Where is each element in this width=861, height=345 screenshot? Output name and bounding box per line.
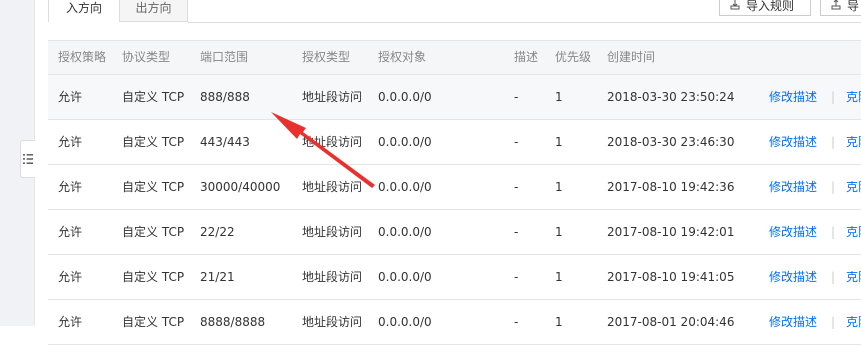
header-port-range: 端口范围 [200, 50, 249, 64]
clone-link[interactable]: 克隆 [846, 255, 861, 299]
cell-priority: 1 [555, 90, 563, 104]
cell-description: - [514, 180, 519, 194]
edit-description-link[interactable]: 修改描述 [769, 300, 817, 344]
table-row: 允许 自定义 TCP 8888/8888 地址段访问 0.0.0.0/0 - 1… [48, 300, 861, 345]
cell-port-range: 22/22 [200, 225, 235, 239]
cell-created-time: 2017-08-10 19:42:36 [607, 180, 735, 194]
action-separator: | [831, 180, 836, 194]
clone-link[interactable]: 克隆 [846, 300, 861, 344]
cell-policy: 允许 [58, 315, 83, 329]
cell-auth-target: 0.0.0.0/0 [378, 315, 432, 329]
sidebar-toggle-button[interactable] [20, 140, 35, 178]
tab-inbound[interactable]: 入方向 [48, 0, 120, 22]
table-row: 允许 自定义 TCP 30000/40000 地址段访问 0.0.0.0/0 -… [48, 165, 861, 210]
cell-policy: 允许 [58, 270, 83, 284]
table-row: 允许 自定义 TCP 888/888 地址段访问 0.0.0.0/0 - 1 2… [48, 75, 861, 120]
cell-auth-target: 0.0.0.0/0 [378, 180, 432, 194]
table-row: 允许 自定义 TCP 22/22 地址段访问 0.0.0.0/0 - 1 201… [48, 210, 861, 255]
cell-description: - [514, 135, 519, 149]
cell-policy: 允许 [58, 135, 83, 149]
cell-protocol: 自定义 TCP [122, 135, 185, 149]
import-rules-label: 导入规则 [746, 0, 795, 13]
edit-description-link[interactable]: 修改描述 [769, 210, 817, 254]
clone-link[interactable]: 克隆 [846, 120, 861, 164]
cell-auth-type: 地址段访问 [302, 270, 363, 284]
edit-description-link[interactable]: 修改描述 [769, 165, 817, 209]
header-auth-target: 授权对象 [378, 50, 427, 64]
cell-protocol: 自定义 TCP [122, 180, 185, 194]
tab-outbound[interactable]: 出方向 [120, 0, 188, 22]
cell-policy: 允许 [58, 90, 83, 104]
action-separator: | [831, 225, 836, 239]
clone-link[interactable]: 克隆 [846, 165, 861, 209]
table-row: 允许 自定义 TCP 443/443 地址段访问 0.0.0.0/0 - 1 2… [48, 120, 861, 165]
cell-auth-type: 地址段访问 [302, 90, 363, 104]
cell-auth-type: 地址段访问 [302, 225, 363, 239]
header-description: 描述 [514, 50, 539, 64]
cell-protocol: 自定义 TCP [122, 270, 185, 284]
cell-description: - [514, 270, 519, 284]
action-separator: | [831, 315, 836, 329]
action-separator: | [831, 270, 836, 284]
edit-description-link[interactable]: 修改描述 [769, 120, 817, 164]
table-row: 允许 自定义 TCP 21/21 地址段访问 0.0.0.0/0 - 1 201… [48, 255, 861, 300]
cell-policy: 允许 [58, 225, 83, 239]
cell-created-time: 2017-08-10 19:42:01 [607, 225, 735, 239]
cell-auth-target: 0.0.0.0/0 [378, 135, 432, 149]
cell-created-time: 2017-08-10 19:41:05 [607, 270, 735, 284]
cell-priority: 1 [555, 315, 563, 329]
cell-created-time: 2017-08-01 20:04:46 [607, 315, 735, 329]
cell-port-range: 888/888 [200, 90, 250, 104]
cell-protocol: 自定义 TCP [122, 225, 185, 239]
security-rules-table: 授权策略 协议类型 端口范围 授权类型 授权对象 描述 优先级 创建时间 允许 … [48, 40, 861, 345]
table-header: 授权策略 协议类型 端口范围 授权类型 授权对象 描述 优先级 创建时间 [48, 41, 861, 75]
cell-description: - [514, 225, 519, 239]
header-auth-type: 授权类型 [302, 50, 351, 64]
clone-link[interactable]: 克隆 [846, 210, 861, 254]
header-created-time: 创建时间 [607, 50, 656, 64]
cell-description: - [514, 90, 519, 104]
cell-port-range: 30000/40000 [200, 180, 281, 194]
tabs-divider [188, 22, 861, 23]
header-protocol: 协议类型 [122, 50, 171, 64]
clone-link[interactable]: 克隆 [846, 75, 861, 119]
edit-description-link[interactable]: 修改描述 [769, 255, 817, 299]
cell-auth-type: 地址段访问 [302, 315, 363, 329]
action-separator: | [831, 90, 836, 104]
cell-protocol: 自定义 TCP [122, 90, 185, 104]
cell-priority: 1 [555, 135, 563, 149]
cell-auth-target: 0.0.0.0/0 [378, 90, 432, 104]
export-rules-label: 导 [847, 0, 860, 13]
export-icon [831, 0, 841, 10]
cell-auth-target: 0.0.0.0/0 [378, 225, 432, 239]
cell-policy: 允许 [58, 180, 83, 194]
import-rules-button[interactable]: 导入规则 [719, 0, 811, 16]
header-policy: 授权策略 [58, 50, 107, 64]
export-rules-button[interactable]: 导 [820, 0, 861, 16]
cell-created-time: 2018-03-30 23:46:30 [607, 135, 735, 149]
cell-auth-type: 地址段访问 [302, 135, 363, 149]
edit-description-link[interactable]: 修改描述 [769, 75, 817, 119]
cell-auth-type: 地址段访问 [302, 180, 363, 194]
cell-port-range: 21/21 [200, 270, 235, 284]
action-separator: | [831, 135, 836, 149]
cell-protocol: 自定义 TCP [122, 315, 185, 329]
cell-priority: 1 [555, 270, 563, 284]
cell-port-range: 443/443 [200, 135, 250, 149]
cell-port-range: 8888/8888 [200, 315, 266, 329]
cell-description: - [514, 315, 519, 329]
header-priority: 优先级 [555, 50, 592, 64]
cell-priority: 1 [555, 225, 563, 239]
import-icon [730, 0, 740, 10]
cell-priority: 1 [555, 180, 563, 194]
cell-created-time: 2018-03-30 23:50:24 [607, 90, 735, 104]
cell-auth-target: 0.0.0.0/0 [378, 270, 432, 284]
list-icon [23, 153, 33, 165]
